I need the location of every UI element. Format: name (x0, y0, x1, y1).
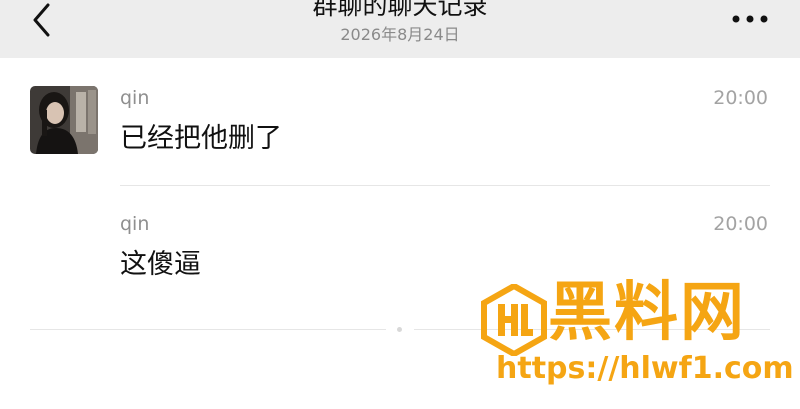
divider (120, 185, 770, 186)
watermark-brand: 黑料网 (548, 276, 746, 350)
more-horizontal-icon (732, 15, 768, 23)
page-title: 群聊的聊天记录 (312, 0, 488, 20)
message-time: 20:00 (713, 87, 768, 109)
chat-date: 2026年8月24日 (340, 25, 460, 44)
chat-history-screen: 群聊的聊天记录 2026年8月24日 qin 20:00 已经把他删了 qin … (0, 0, 800, 409)
message-time: 20:00 (713, 213, 768, 235)
sender-name: qin (120, 87, 150, 109)
message-text[interactable]: 这傻逼 (120, 248, 201, 282)
message-text[interactable]: 已经把他删了 (120, 122, 282, 156)
more-button[interactable] (730, 8, 770, 30)
avatar[interactable] (30, 86, 98, 154)
end-divider-left (30, 329, 386, 330)
watermark-logo-icon (481, 284, 547, 356)
watermark-url: https://hlwf1.com (496, 351, 794, 386)
end-dot (397, 327, 402, 332)
nav-header: 群聊的聊天记录 2026年8月24日 (0, 0, 800, 58)
message-item: qin 20:00 已经把他删了 (0, 86, 800, 186)
sender-name: qin (120, 213, 150, 235)
